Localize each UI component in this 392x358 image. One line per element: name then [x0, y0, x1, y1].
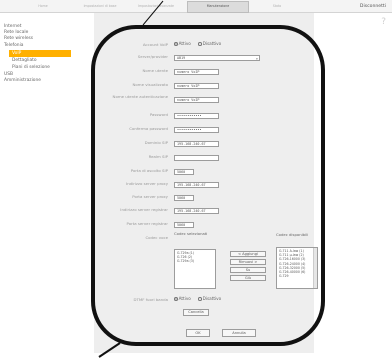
move-up-button[interactable]: Su — [230, 267, 266, 273]
tab-manutenzione[interactable]: Manutenzione — [187, 1, 249, 13]
radio-unselected-icon — [198, 42, 202, 46]
tab-home[interactable]: Home — [18, 2, 68, 11]
conferma-password-label: Conferma password — [129, 126, 168, 131]
list-item[interactable]: G.729 — [279, 274, 312, 278]
account-voip-off[interactable]: Disattivo — [198, 41, 221, 47]
codec-selezionati-list[interactable]: G.729a (1) G.726 (2) G.729a (3) — [174, 249, 216, 289]
porta-server-registrar-label: Porta server registrar — [126, 221, 168, 226]
move-down-button[interactable]: Giù — [230, 275, 266, 281]
radio-selected-icon — [174, 42, 178, 46]
password-input[interactable]: •••••••••••• — [174, 113, 219, 119]
nome-visualizzato-label: Nome visualizzato — [132, 82, 168, 87]
account-voip-on[interactable]: Attivo — [174, 41, 191, 47]
add-codec-button[interactable]: < Aggiungi — [230, 251, 266, 257]
sidebar-item-amministrazione[interactable]: Amministrazione — [4, 78, 41, 84]
codec-selezionati-title: Codec selezionati — [174, 231, 208, 236]
porta-locale-sip-input[interactable]: 5060 — [174, 169, 194, 175]
account-voip-label: Account VoIP — [142, 42, 168, 47]
radio-unselected-icon — [198, 297, 202, 301]
ok-button[interactable]: OK — [186, 329, 210, 337]
nome-utente-label: Nome utente — [142, 68, 168, 73]
sidebar-item-rete-wireless[interactable]: Rete wireless — [4, 36, 33, 42]
codec-disponibili-title: Codec disponibili — [276, 232, 309, 237]
server-provider-select[interactable]: AB19 ▾ — [174, 55, 260, 61]
password-label: Password — [149, 112, 168, 117]
dtmf-off[interactable]: Disattivo — [198, 296, 221, 302]
remove-codec-button[interactable]: Rimuovi > — [230, 259, 266, 265]
sidebar-item-voip[interactable]: VoIP — [9, 50, 71, 57]
dominio-sip-input[interactable]: 195.168.240.67 — [174, 141, 219, 147]
nome-visualizzato-input[interactable]: numero VoIP — [174, 83, 219, 89]
realm-sip-input[interactable] — [174, 155, 219, 161]
indirizzo-server-registrar-label: Indirizzo server registrar — [120, 207, 168, 212]
porta-server-proxy-label: Porta server proxy — [132, 194, 168, 199]
indirizzo-server-proxy-label: Indirizzo server proxy — [126, 181, 168, 186]
indirizzo-server-proxy-input[interactable]: 195.168.240.67 — [174, 182, 219, 188]
dtmf-on[interactable]: Attivo — [174, 296, 191, 302]
conferma-password-input[interactable]: •••••••••••• — [174, 127, 219, 133]
porta-server-registrar-input[interactable]: 5060 — [174, 222, 194, 228]
list-item[interactable]: G.729a (3) — [177, 259, 213, 263]
sidebar-item-dettagliato[interactable]: Dettagliato — [12, 58, 37, 64]
nome-utente-autenticazione-label: Nome utente autenticazione — [112, 94, 168, 99]
server-provider-label: Server/provider — [137, 54, 168, 59]
annulla-button[interactable]: Annulla — [222, 329, 256, 337]
tab-stato[interactable]: Stato — [252, 2, 302, 11]
porta-server-proxy-input[interactable]: 5060 — [174, 195, 194, 201]
nome-utente-autenticazione-input[interactable]: numero VoIP — [174, 97, 219, 103]
codec-list-scrollbar[interactable] — [313, 248, 317, 288]
porta-locale-sip-label: Porta di ascolto SIP — [130, 168, 168, 173]
sidebar-item-piani-selezione[interactable]: Piani di selezione — [12, 65, 50, 71]
dominio-sip-label: Dominio SIP — [144, 140, 168, 145]
help-icon[interactable]: ? — [381, 17, 386, 27]
tab-impostazioni-avanzate[interactable]: Impostazioni avanzate — [131, 2, 181, 11]
logout-link[interactable]: Disconnetti — [360, 2, 386, 11]
chevron-down-icon: ▾ — [255, 56, 258, 61]
codec-voce-label: Codec voce — [145, 235, 168, 240]
codec-disponibili-list[interactable]: G.711 A-law (1) G.711 µ-law (2) G.726-16… — [276, 247, 318, 289]
realm-sip-label: Realm SIP — [148, 154, 168, 159]
tab-impostazioni-base[interactable]: Impostazioni di base — [72, 2, 128, 11]
cancel-button[interactable]: Cancella — [183, 309, 209, 316]
sidebar-item-telefonia[interactable]: Telefonia — [4, 43, 23, 49]
nome-utente-input[interactable]: numero VoIP — [174, 69, 219, 75]
indirizzo-server-registrar-input[interactable]: 195.168.240.67 — [174, 208, 219, 214]
dtmf-label: DTMF fuori banda — [133, 297, 168, 302]
sidebar: Internet Rete locale Rete wireless Telef… — [0, 12, 90, 358]
radio-selected-icon — [174, 297, 178, 301]
